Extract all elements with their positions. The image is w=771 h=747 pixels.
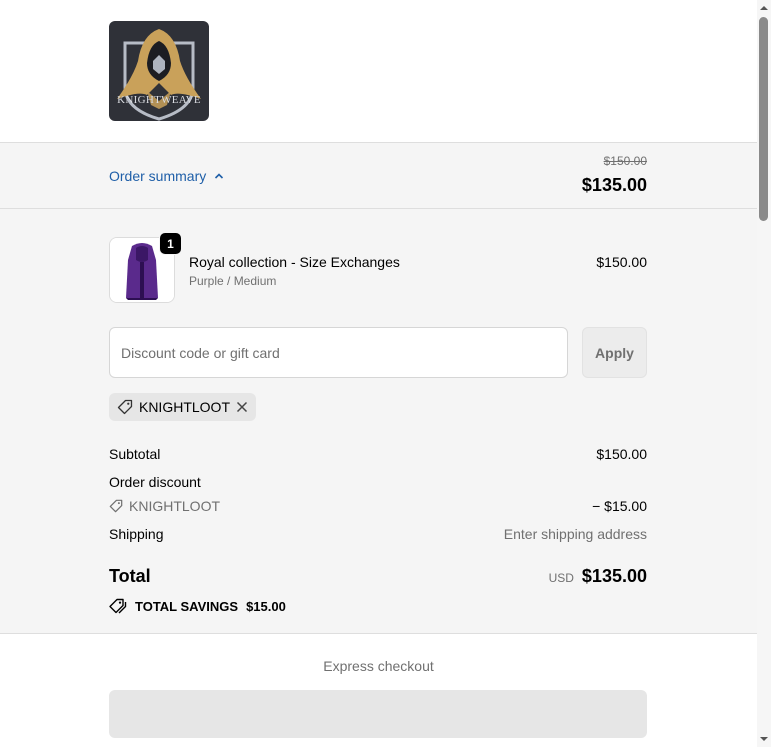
- express-checkout-button[interactable]: [109, 690, 647, 738]
- close-icon: [236, 401, 248, 413]
- scroll-up-arrow-icon[interactable]: [759, 3, 769, 13]
- tag-icon: [117, 399, 133, 415]
- shipping-value: Enter shipping address: [503, 526, 647, 542]
- product-variant: Purple / Medium: [189, 274, 277, 288]
- currency-code: USD: [548, 571, 574, 585]
- subtotal-label: Subtotal: [109, 446, 161, 462]
- chevron-up-icon: [215, 173, 224, 179]
- scrollbar-thumb[interactable]: [759, 17, 768, 221]
- remove-discount-button[interactable]: [236, 401, 248, 413]
- total-amount: USD $135.00: [549, 566, 647, 587]
- tags-icon: [109, 598, 127, 614]
- product-name: Royal collection - Size Exchanges: [189, 254, 400, 270]
- apply-discount-button[interactable]: Apply: [582, 327, 647, 378]
- tag-icon: [109, 499, 123, 513]
- order-discount-label: Order discount: [109, 474, 201, 490]
- quantity-badge: 1: [159, 232, 182, 255]
- discount-code-text: KNIGHTLOOT: [129, 498, 221, 514]
- discount-code-row: KNIGHTLOOT: [109, 498, 220, 514]
- total-savings: TOTAL SAVINGS $15.00: [109, 598, 286, 614]
- total-savings-label: TOTAL SAVINGS: [135, 598, 239, 614]
- summary-total-price: $135.00: [581, 175, 647, 195]
- total-label: Total: [109, 566, 151, 586]
- total-value: $135.00: [581, 566, 647, 586]
- applied-discount-code: KNIGHTLOOT: [138, 399, 230, 415]
- applied-discount-chip: KNIGHTLOOT: [109, 393, 256, 421]
- original-price: $150.00: [603, 154, 647, 168]
- total-savings-value: $15.00: [246, 598, 286, 614]
- express-checkout-label: Express checkout: [323, 658, 434, 674]
- scroll-down-arrow-icon[interactable]: [759, 734, 769, 744]
- subtotal-value: $150.00: [596, 446, 647, 462]
- order-summary-toggle[interactable]: Order summary: [109, 168, 224, 184]
- discount-amount: − $15.00: [592, 498, 647, 514]
- discount-code-input[interactable]: [109, 327, 568, 378]
- logo-text: KNIGHTWEAVE: [117, 94, 201, 106]
- order-summary-label: Order summary: [109, 168, 207, 184]
- shipping-label: Shipping: [109, 526, 164, 542]
- hooded-knight-logo-icon: KNIGHTWEAVE: [117, 29, 201, 121]
- product-price: $150.00: [596, 254, 647, 270]
- brand-logo[interactable]: KNIGHTWEAVE: [109, 21, 209, 121]
